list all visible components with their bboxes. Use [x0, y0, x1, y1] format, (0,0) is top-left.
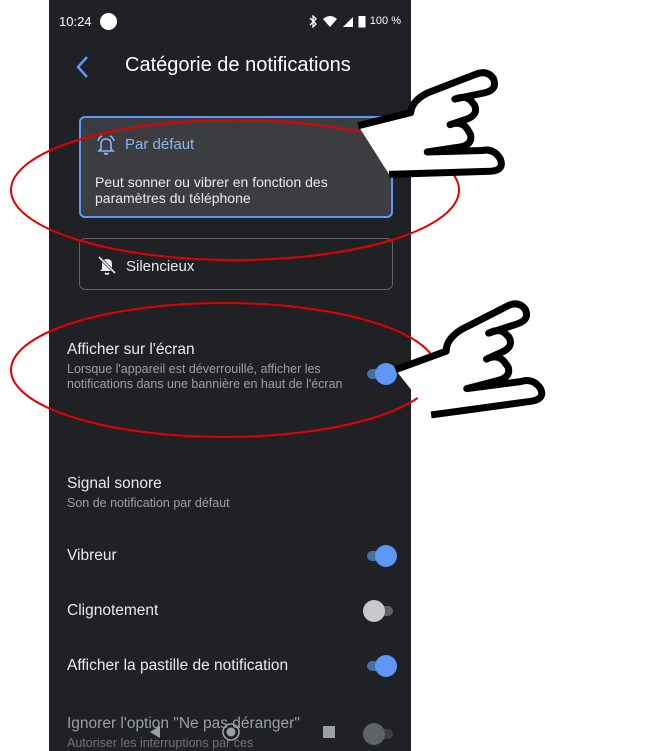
setting-subtitle: Son de notification par défaut [67, 496, 230, 510]
importance-default-option[interactable]: Par défaut Peut sonner ou vibrer en fonc… [79, 116, 393, 218]
signal-icon [342, 16, 353, 27]
importance-silent-option[interactable]: Silencieux [79, 238, 393, 290]
blink-light-toggle[interactable] [363, 600, 397, 622]
page-title: Catégorie de notifications [125, 54, 351, 76]
status-time: 10:24 [59, 13, 92, 29]
home-nav-icon[interactable] [221, 722, 241, 742]
setting-title: Afficher la pastille de notification [67, 657, 289, 674]
wifi-icon [322, 15, 337, 27]
setting-title: Vibreur [67, 547, 117, 564]
bell-off-icon [97, 255, 117, 275]
notification-dot-toggle[interactable] [363, 655, 397, 677]
importance-default-description: Peut sonner ou vibrer en fonction des pa… [95, 174, 328, 206]
setting-title: Clignotement [67, 602, 159, 619]
setting-notification-dot[interactable]: Afficher la pastille de notification [67, 655, 397, 677]
recents-nav-icon[interactable] [323, 726, 335, 738]
setting-title: Signal sonore [67, 475, 162, 492]
navigation-bar [49, 705, 411, 751]
setting-blink-light[interactable]: Clignotement [67, 600, 397, 622]
battery-icon [358, 15, 366, 27]
phone-screen: 10:24 100 % Catégorie de notifications P… [49, 0, 411, 751]
setting-show-on-screen[interactable]: Afficher sur l'écran Lorsque l'appareil … [67, 341, 397, 392]
bluetooth-icon [309, 14, 317, 28]
setting-title: Afficher sur l'écran [67, 341, 195, 358]
setting-subtitle: Lorsque l'appareil est déverrouillé, aff… [67, 362, 343, 391]
status-bar: 10:24 100 % [49, 0, 411, 42]
pointing-hand-icon [394, 300, 546, 419]
battery-percent: 100 % [369, 15, 401, 27]
show-on-screen-toggle[interactable] [363, 363, 397, 385]
setting-vibrate[interactable]: Vibreur [67, 545, 397, 567]
importance-default-title: Par défaut [125, 136, 195, 153]
vibrate-toggle[interactable] [363, 545, 397, 567]
bell-ringing-icon [97, 135, 115, 155]
top-app-bar: Catégorie de notifications [49, 42, 411, 94]
back-nav-icon[interactable] [149, 725, 161, 739]
importance-silent-title: Silencieux [126, 258, 195, 275]
chevron-left-icon[interactable] [71, 52, 95, 82]
setting-sound[interactable]: Signal sonore Son de notification par dé… [67, 475, 397, 511]
status-dot-icon [99, 12, 117, 30]
